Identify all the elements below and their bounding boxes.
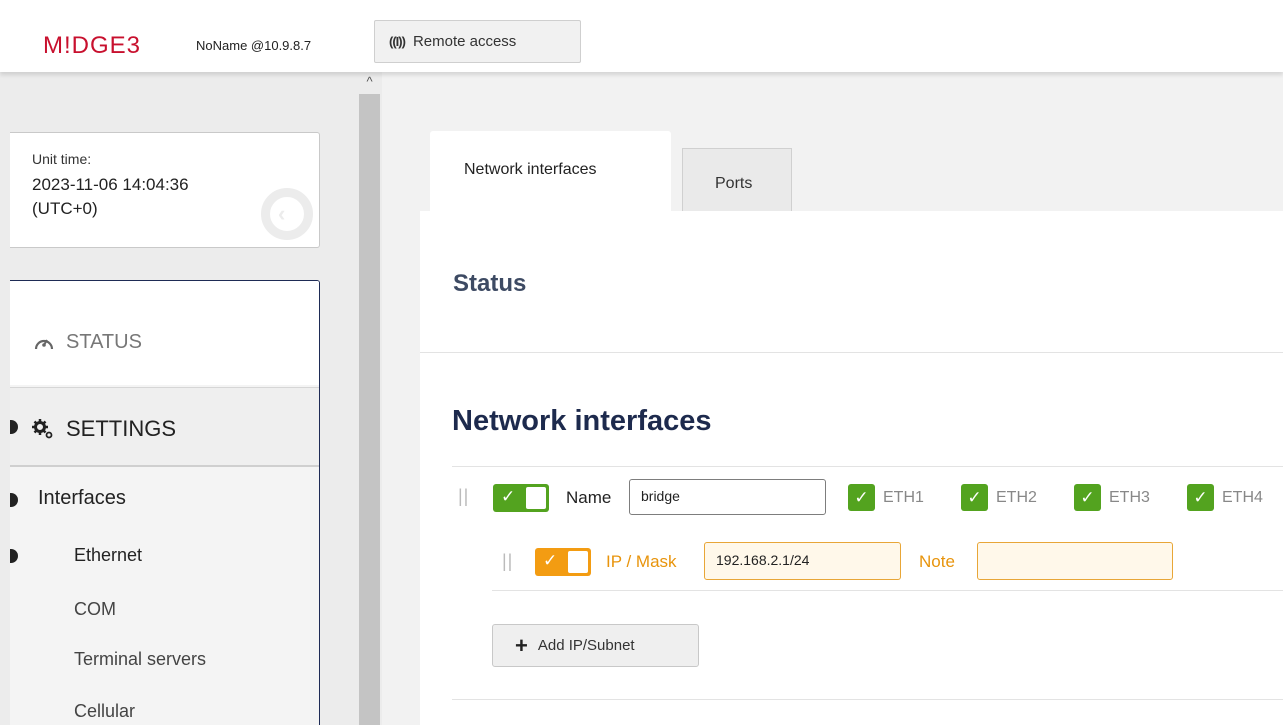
checkmark-icon: ✓ — [543, 551, 558, 570]
divider — [420, 352, 1283, 353]
ip-mask-input[interactable]: 192.168.2.1/24 — [704, 542, 901, 580]
ethernet-bullet — [10, 549, 18, 563]
gears-icon — [32, 419, 53, 439]
status-title: Status — [453, 270, 527, 297]
logo: M!DGE3 — [43, 32, 142, 59]
ip-mask-label: IP / Mask — [606, 552, 677, 571]
antenna-icon: ((I)) — [389, 34, 406, 49]
active-bullet — [10, 420, 18, 434]
menu-status-label: STATUS — [66, 331, 142, 353]
divider — [452, 699, 1283, 700]
note-input[interactable] — [977, 542, 1173, 580]
checkmark-icon: ✓ — [1074, 484, 1101, 511]
name-input[interactable]: bridge — [629, 479, 826, 515]
unit-time-label: Unit time: — [32, 151, 92, 167]
chevron-up-icon[interactable]: ^ — [357, 74, 382, 90]
drag-handle-icon[interactable]: || — [502, 551, 513, 572]
toggle-knob — [526, 487, 546, 509]
sidebar-item-terminal-servers[interactable]: Terminal servers — [74, 649, 206, 670]
unit-time-box: Unit time: 2023-11-06 14:04:36 (UTC+0) ‹ — [10, 132, 320, 248]
plus-icon: + — [515, 632, 528, 658]
chevron-left-icon: ‹ — [278, 201, 286, 226]
eth4-label: ETH4 — [1222, 488, 1263, 506]
collapse-sidebar-button[interactable]: ‹ — [261, 188, 313, 240]
top-bar: M!DGE3 NoName @10.9.8.7 ((I)) Remote acc… — [0, 0, 1283, 72]
name-label: Name — [566, 488, 612, 507]
add-ip-subnet-label: Add IP/Subnet — [537, 637, 635, 654]
drag-handle-icon[interactable]: || — [458, 486, 469, 507]
eth2-checkbox[interactable]: ✓ ETH2 — [961, 484, 1037, 511]
checkmark-icon: ✓ — [501, 487, 516, 506]
add-ip-subnet-button[interactable]: + Add IP/Subnet — [492, 624, 699, 667]
eth3-label: ETH3 — [1109, 488, 1150, 506]
menu-status[interactable]: STATUS — [10, 281, 319, 385]
main-menu: STATUS SETTINGS Interfaces Ethernet COM … — [10, 280, 320, 725]
tab-network-interfaces[interactable]: Network interfaces — [430, 131, 671, 213]
hostname: NoName @10.9.8.7 — [196, 38, 312, 53]
sidebar-scrollbar[interactable]: ^ — [357, 72, 382, 725]
remote-access-label: Remote access — [412, 33, 517, 50]
scroll-thumb[interactable] — [359, 94, 380, 725]
section-title: Network interfaces — [452, 405, 712, 437]
eth4-checkbox[interactable]: ✓ ETH4 — [1187, 484, 1263, 511]
eth2-label: ETH2 — [996, 488, 1037, 506]
checkmark-icon: ✓ — [961, 484, 988, 511]
eth1-checkbox[interactable]: ✓ ETH1 — [848, 484, 924, 511]
checkmark-icon: ✓ — [848, 484, 875, 511]
interfaces-bullet — [10, 493, 18, 507]
menu-settings[interactable]: SETTINGS — [10, 387, 319, 467]
unit-time-value: 2023-11-06 14:04:36 (UTC+0) — [32, 175, 189, 218]
checkmark-icon: ✓ — [1187, 484, 1214, 511]
tab-ports[interactable]: Ports — [682, 148, 792, 213]
note-label: Note — [919, 552, 955, 571]
interface-enable-toggle[interactable]: ✓ — [493, 484, 549, 512]
sidebar-item-cellular[interactable]: Cellular — [74, 701, 135, 722]
eth3-checkbox[interactable]: ✓ ETH3 — [1074, 484, 1150, 511]
menu-settings-label: SETTINGS — [66, 416, 177, 441]
sidebar-item-interfaces[interactable]: Interfaces — [38, 487, 126, 510]
toggle-knob — [568, 551, 588, 573]
ip-enable-toggle[interactable]: ✓ — [535, 548, 591, 576]
sidebar-item-com[interactable]: COM — [74, 599, 116, 620]
remote-access-button[interactable]: ((I)) Remote access — [374, 20, 581, 63]
divider — [452, 466, 1283, 467]
sidebar-item-ethernet[interactable]: Ethernet — [74, 545, 142, 566]
divider — [492, 590, 1283, 591]
speedometer-icon — [34, 338, 54, 349]
eth1-label: ETH1 — [883, 488, 924, 506]
